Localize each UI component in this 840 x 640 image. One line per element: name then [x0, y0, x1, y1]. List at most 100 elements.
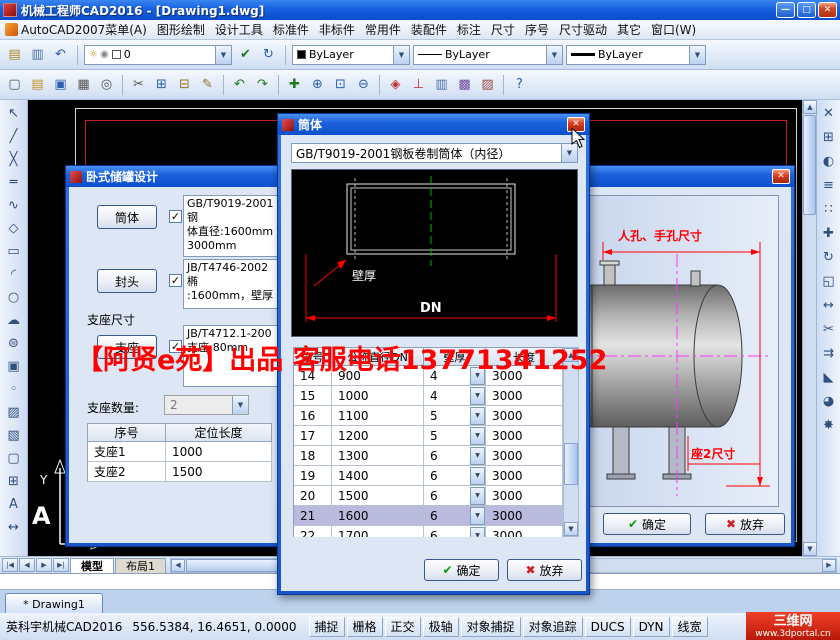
wall-thickness-dropdown[interactable]: [470, 386, 485, 405]
copy-object-icon[interactable]: ⊞: [818, 126, 840, 148]
make-current-layer-icon[interactable]: ✔: [235, 44, 256, 65]
combo-arrow-icon[interactable]: [232, 396, 248, 414]
menu-item-11[interactable]: 尺寸驱动: [554, 19, 612, 40]
select-icon[interactable]: ↖: [3, 102, 25, 124]
layer-states-icon[interactable]: ▥: [27, 44, 48, 65]
tab-first-icon[interactable]: [2, 558, 18, 572]
construction-line-icon[interactable]: ╳: [3, 148, 25, 170]
status-toggle-栅格[interactable]: 栅格: [346, 616, 383, 637]
cancel-button[interactable]: 放弃: [507, 559, 582, 581]
cylinder-table-row[interactable]: 15100043000: [294, 386, 563, 406]
tab-layout1[interactable]: 布局1: [115, 557, 166, 573]
save-icon[interactable]: ▣: [50, 74, 71, 95]
new-icon[interactable]: ▢: [4, 74, 25, 95]
menu-item-8[interactable]: 标注: [452, 19, 486, 40]
tool-palettes-icon[interactable]: ▨: [477, 74, 498, 95]
restore-button[interactable]: [797, 2, 816, 18]
cylinder-table-row[interactable]: 22170063000: [294, 526, 563, 537]
erase-icon[interactable]: ✕: [818, 102, 840, 124]
scroll-down-icon[interactable]: [564, 522, 578, 536]
line-icon[interactable]: ╱: [3, 125, 25, 147]
menu-item-7[interactable]: 装配件: [406, 19, 452, 40]
ok-button[interactable]: 确定: [603, 513, 691, 535]
copy-icon[interactable]: ⊞: [151, 74, 172, 95]
cylinder-table-row[interactable]: 19140063000: [294, 466, 563, 486]
layer-update-icon[interactable]: ↻: [258, 44, 279, 65]
menu-item-4[interactable]: 标准件: [268, 19, 314, 40]
multiline-icon[interactable]: ═: [3, 171, 25, 193]
revision-cloud-icon[interactable]: ☁: [3, 309, 25, 331]
lineweight-combo[interactable]: ByLayer: [566, 44, 706, 65]
explode-icon[interactable]: ✸: [818, 414, 840, 436]
cylinder-table-row[interactable]: 17120053000: [294, 426, 563, 446]
layer-properties-icon[interactable]: ▤: [4, 44, 25, 65]
stretch-icon[interactable]: ↔: [818, 294, 840, 316]
scroll-up-icon[interactable]: [803, 100, 817, 114]
help-icon[interactable]: ?: [509, 74, 530, 95]
trim-icon[interactable]: ✂: [818, 318, 840, 340]
cylinder-table-row[interactable]: 16110053000: [294, 406, 563, 426]
status-toggle-DYN[interactable]: DYN: [632, 616, 670, 637]
region-icon[interactable]: ▢: [3, 447, 25, 469]
cylinder-table-row[interactable]: 20150063000: [294, 486, 563, 506]
head-spec-text[interactable]: JB/T4746-2002椭 :1600mm，壁厚: [183, 259, 283, 309]
head-checkbox[interactable]: [169, 274, 182, 287]
menu-item-6[interactable]: 常用件: [360, 19, 406, 40]
rectangle-icon[interactable]: ▭: [3, 240, 25, 262]
offset-icon[interactable]: ≡: [818, 174, 840, 196]
vertical-scroll-thumb[interactable]: [803, 115, 816, 215]
text-icon[interactable]: A: [3, 493, 25, 515]
undo-icon[interactable]: ↶: [229, 74, 250, 95]
dimension-icon[interactable]: ↔: [3, 516, 25, 538]
status-toggle-对象捕捉[interactable]: 对象捕捉: [460, 616, 521, 637]
properties-palette-icon[interactable]: ▥: [431, 74, 452, 95]
tab-next-icon[interactable]: [36, 558, 52, 572]
table-scroll-thumb[interactable]: [564, 443, 578, 485]
ucs-icon[interactable]: ⊥: [408, 74, 429, 95]
color-combo[interactable]: ByLayer: [292, 44, 410, 65]
menu-item-9[interactable]: 尺寸: [486, 19, 520, 40]
tab-model[interactable]: 模型: [70, 557, 114, 573]
layer-on-icon[interactable]: ☼: [89, 49, 98, 60]
pan-icon[interactable]: ✚: [284, 74, 305, 95]
tab-last-icon[interactable]: [53, 558, 69, 572]
wall-thickness-dropdown[interactable]: [470, 466, 485, 485]
wall-thickness-dropdown[interactable]: [470, 506, 485, 525]
status-toggle-线宽[interactable]: 线宽: [671, 616, 708, 637]
vertical-scrollbar[interactable]: [802, 100, 817, 556]
table-icon[interactable]: ⊞: [3, 470, 25, 492]
support-table-row[interactable]: 支座1 1000: [88, 442, 272, 462]
scroll-left-icon[interactable]: [171, 558, 185, 572]
menu-item-2[interactable]: 图形绘制: [152, 19, 210, 40]
dialog-title-bar[interactable]: 筒体: [278, 114, 589, 135]
cylinder-spec-text[interactable]: GB/T9019-2001钢 体直径:1600mm 3000mm: [183, 195, 283, 257]
menu-item-3[interactable]: 设计工具: [210, 19, 268, 40]
head-button[interactable]: 封头: [97, 269, 157, 293]
match-properties-icon[interactable]: ✎: [197, 74, 218, 95]
combo-arrow-icon[interactable]: [546, 45, 562, 64]
array-icon[interactable]: ∷: [818, 198, 840, 220]
zoom-previous-icon[interactable]: ⊖: [353, 74, 374, 95]
combo-arrow-icon[interactable]: [393, 45, 409, 64]
insert-block-icon[interactable]: ▣: [3, 355, 25, 377]
support-count-combo[interactable]: 2: [164, 395, 249, 415]
menu-item-1[interactable]: AutoCAD2007菜单(A): [0, 19, 152, 40]
wall-thickness-dropdown[interactable]: [470, 406, 485, 425]
cylinder-button[interactable]: 筒体: [97, 205, 157, 229]
menu-item-12[interactable]: 其它: [612, 19, 646, 40]
dialog-close-button[interactable]: [772, 169, 790, 184]
redo-icon[interactable]: ↷: [252, 74, 273, 95]
open-icon[interactable]: ▤: [27, 74, 48, 95]
document-tab[interactable]: * Drawing1: [5, 593, 103, 614]
close-button[interactable]: [818, 2, 837, 18]
zoom-window-icon[interactable]: ⊡: [330, 74, 351, 95]
arc-icon[interactable]: ◜: [3, 263, 25, 285]
point-icon[interactable]: ◦: [3, 378, 25, 400]
circle-icon[interactable]: ○: [3, 286, 25, 308]
standard-combo[interactable]: GB/T9019-2001钢板卷制筒体（内径）: [291, 143, 578, 163]
combo-arrow-icon[interactable]: [215, 45, 231, 64]
cylinder-table-row[interactable]: 18130063000: [294, 446, 563, 466]
extend-icon[interactable]: ⇉: [818, 342, 840, 364]
tab-prev-icon[interactable]: [19, 558, 35, 572]
move-icon[interactable]: ✚: [818, 222, 840, 244]
